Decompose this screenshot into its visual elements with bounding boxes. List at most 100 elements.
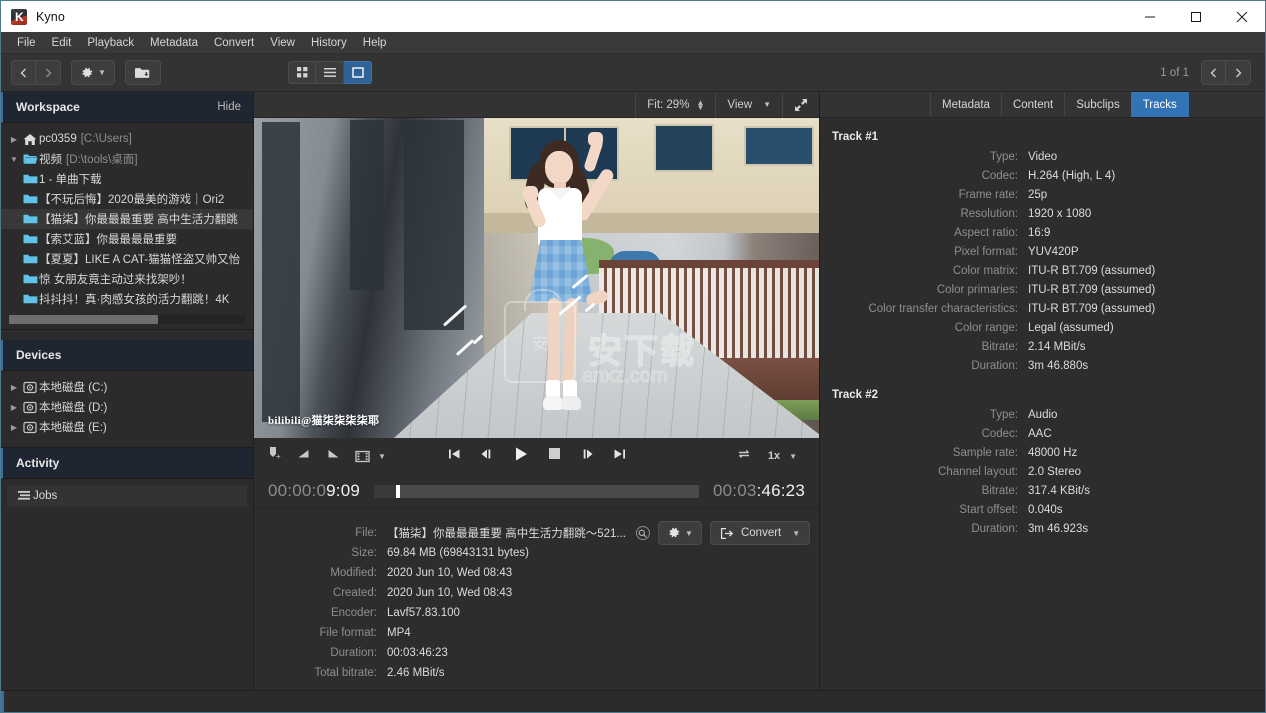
file-settings-button[interactable]: ▼ <box>657 521 702 545</box>
device-item-e[interactable]: ▶ 本地磁盘 (E:) <box>1 417 253 437</box>
chevron-right-icon[interactable]: ▶ <box>7 383 21 392</box>
page-count-label: 1 of 1 <box>1160 66 1189 79</box>
chevron-right-icon[interactable]: ▶ <box>7 135 21 144</box>
file-info-label: File: <box>355 527 377 539</box>
back-button[interactable] <box>11 60 36 85</box>
play-button[interactable] <box>513 446 529 467</box>
track-label: Duration: <box>971 522 1018 535</box>
file-info-label: Encoder: <box>330 607 377 619</box>
file-info-value: 69.84 MB (69843131 bytes) <box>387 547 529 559</box>
track-label: Aspect ratio: <box>954 226 1018 239</box>
menu-file[interactable]: File <box>9 34 44 52</box>
reveal-icon[interactable] <box>635 526 650 540</box>
tree-item-label: 【不玩后悔】2020最美的游戏｜Ori2 <box>39 194 225 206</box>
menu-view[interactable]: View <box>262 34 303 52</box>
folder-add-icon <box>135 67 150 78</box>
fit-zoom-control[interactable]: Fit: 29% ▲ ▼ <box>635 91 715 118</box>
view-mode-grid[interactable] <box>288 61 316 84</box>
devices-header: Devices <box>1 340 253 371</box>
close-icon[interactable] <box>1219 1 1265 32</box>
scrollbar-thumb[interactable] <box>9 315 158 324</box>
chevron-down-icon[interactable]: ▼ <box>7 155 21 164</box>
mark-out-button[interactable] <box>326 447 340 466</box>
mark-in-button[interactable] <box>297 447 311 466</box>
device-item-c[interactable]: ▶ 本地磁盘 (C:) <box>1 377 253 397</box>
folder-icon <box>21 253 39 265</box>
speed-dropdown[interactable]: 1x ▼ <box>768 450 797 462</box>
stop-button[interactable] <box>548 447 561 465</box>
file-info-label: Duration: <box>330 647 377 659</box>
step-back-button[interactable] <box>480 447 494 466</box>
next-item-button[interactable] <box>1226 60 1251 85</box>
loop-button[interactable] <box>736 447 752 466</box>
chevron-right-icon[interactable]: ▶ <box>7 423 21 432</box>
track-label: Sample rate: <box>952 446 1018 459</box>
filmstrip-dropdown[interactable]: ▼ <box>355 450 386 463</box>
workspace-hide-button[interactable]: Hide <box>217 101 241 113</box>
menu-edit[interactable]: Edit <box>44 34 80 52</box>
folder-open-icon <box>21 153 39 165</box>
tree-item-folder-3-selected[interactable]: 【猫柒】你最最最重要 高中生活力翻跳 <box>1 209 253 229</box>
menu-history[interactable]: History <box>303 34 355 52</box>
convert-button[interactable]: Convert ▼ <box>709 521 811 545</box>
menu-playback[interactable]: Playback <box>79 34 142 52</box>
step-forward-button[interactable] <box>580 447 594 466</box>
tree-item-folder-5[interactable]: 【夏夏】LIKE A CAT-猫猫怪盗又帅又怡 <box>1 249 253 269</box>
devices-list: ▶ 本地磁盘 (C:) ▶ 本地磁盘 (D:) ▶ 本地磁盘 (E:) <box>1 371 253 437</box>
tab-content[interactable]: Content <box>1000 92 1064 117</box>
track-row: Sample rate: 48000 Hz <box>820 443 1265 462</box>
tree-item-folder-7[interactable]: 抖抖抖！真·肉感女孩的活力翻跳！4K <box>1 289 253 309</box>
tree-item-pc0359[interactable]: ▶ pc0359 [C:\Users] <box>1 129 253 149</box>
disk-icon <box>21 401 39 414</box>
activity-item-jobs[interactable]: Jobs <box>7 485 247 507</box>
chevron-down-icon: ▼ <box>685 528 693 538</box>
menu-convert[interactable]: Convert <box>206 34 262 52</box>
tree-item-folder-1[interactable]: 1 - 单曲下载 <box>1 169 253 189</box>
workspace-horizontal-scrollbar[interactable] <box>9 315 245 324</box>
go-to-end-button[interactable] <box>613 447 627 466</box>
chevron-right-icon[interactable]: ▶ <box>7 403 21 412</box>
add-folder-button[interactable] <box>125 60 161 85</box>
minimize-icon[interactable] <box>1127 1 1173 32</box>
track-label: Codec: <box>981 169 1018 182</box>
tree-item-folder-4[interactable]: 【索艾蓝】你最最最最重要 <box>1 229 253 249</box>
menu-metadata[interactable]: Metadata <box>142 34 206 52</box>
track-label: Codec: <box>981 427 1018 440</box>
fullscreen-button[interactable] <box>782 91 819 118</box>
gear-icon <box>669 527 680 538</box>
menu-help[interactable]: Help <box>355 34 395 52</box>
folder-icon <box>21 193 39 205</box>
stepper-icon[interactable]: ▲ ▼ <box>696 98 704 111</box>
home-icon <box>21 133 39 146</box>
track-label: Frame rate: <box>958 188 1018 201</box>
device-item-d[interactable]: ▶ 本地磁盘 (D:) <box>1 397 253 417</box>
current-timecode[interactable]: 00:00:09:09 <box>268 481 360 501</box>
device-label: 本地磁盘 (E:) <box>39 422 107 434</box>
tree-item-folder-6[interactable]: 惊 女朋友竟主动过来找架吵！ <box>1 269 253 289</box>
video-preview[interactable]: 安 安下载 anxz.com bilibili@猫柒柒柒柒耶 <box>254 118 819 438</box>
jobs-icon <box>15 490 33 502</box>
inspector-tabs: Metadata Content Subclips Tracks <box>820 92 1265 118</box>
view-mode-list[interactable] <box>316 61 344 84</box>
center-viewer-pane: Fit: 29% ▲ ▼ View ▼ 安 安下载 anxz.com bilib… <box>254 91 819 690</box>
tree-item-videos[interactable]: ▼ 视频 [D:\tools\桌面] <box>1 149 253 169</box>
maximize-icon[interactable] <box>1173 1 1219 32</box>
settings-button[interactable]: ▼ <box>71 60 115 85</box>
transport-controls: + ▼ 1x ▼ <box>254 438 819 474</box>
tab-tracks[interactable]: Tracks <box>1130 92 1189 117</box>
view-mode-single[interactable] <box>344 61 372 84</box>
scrub-bar[interactable] <box>374 484 699 498</box>
tab-subclips[interactable]: Subclips <box>1064 92 1130 117</box>
window-title: Kyno <box>36 9 65 24</box>
add-marker-button[interactable]: + <box>268 446 282 466</box>
forward-button[interactable] <box>36 60 61 85</box>
tab-metadata[interactable]: Metadata <box>930 92 1001 117</box>
workspace-tree: ▶ pc0359 [C:\Users] ▼ 视频 [D:\tools\桌面] 1… <box>1 123 253 329</box>
playhead[interactable] <box>396 484 401 498</box>
building-window <box>744 126 814 166</box>
go-to-start-button[interactable] <box>447 447 461 466</box>
prev-item-button[interactable] <box>1201 60 1226 85</box>
tree-item-folder-2[interactable]: 【不玩后悔】2020最美的游戏｜Ori2 <box>1 189 253 209</box>
window-controls <box>1127 1 1265 32</box>
view-dropdown[interactable]: View ▼ <box>715 91 782 118</box>
